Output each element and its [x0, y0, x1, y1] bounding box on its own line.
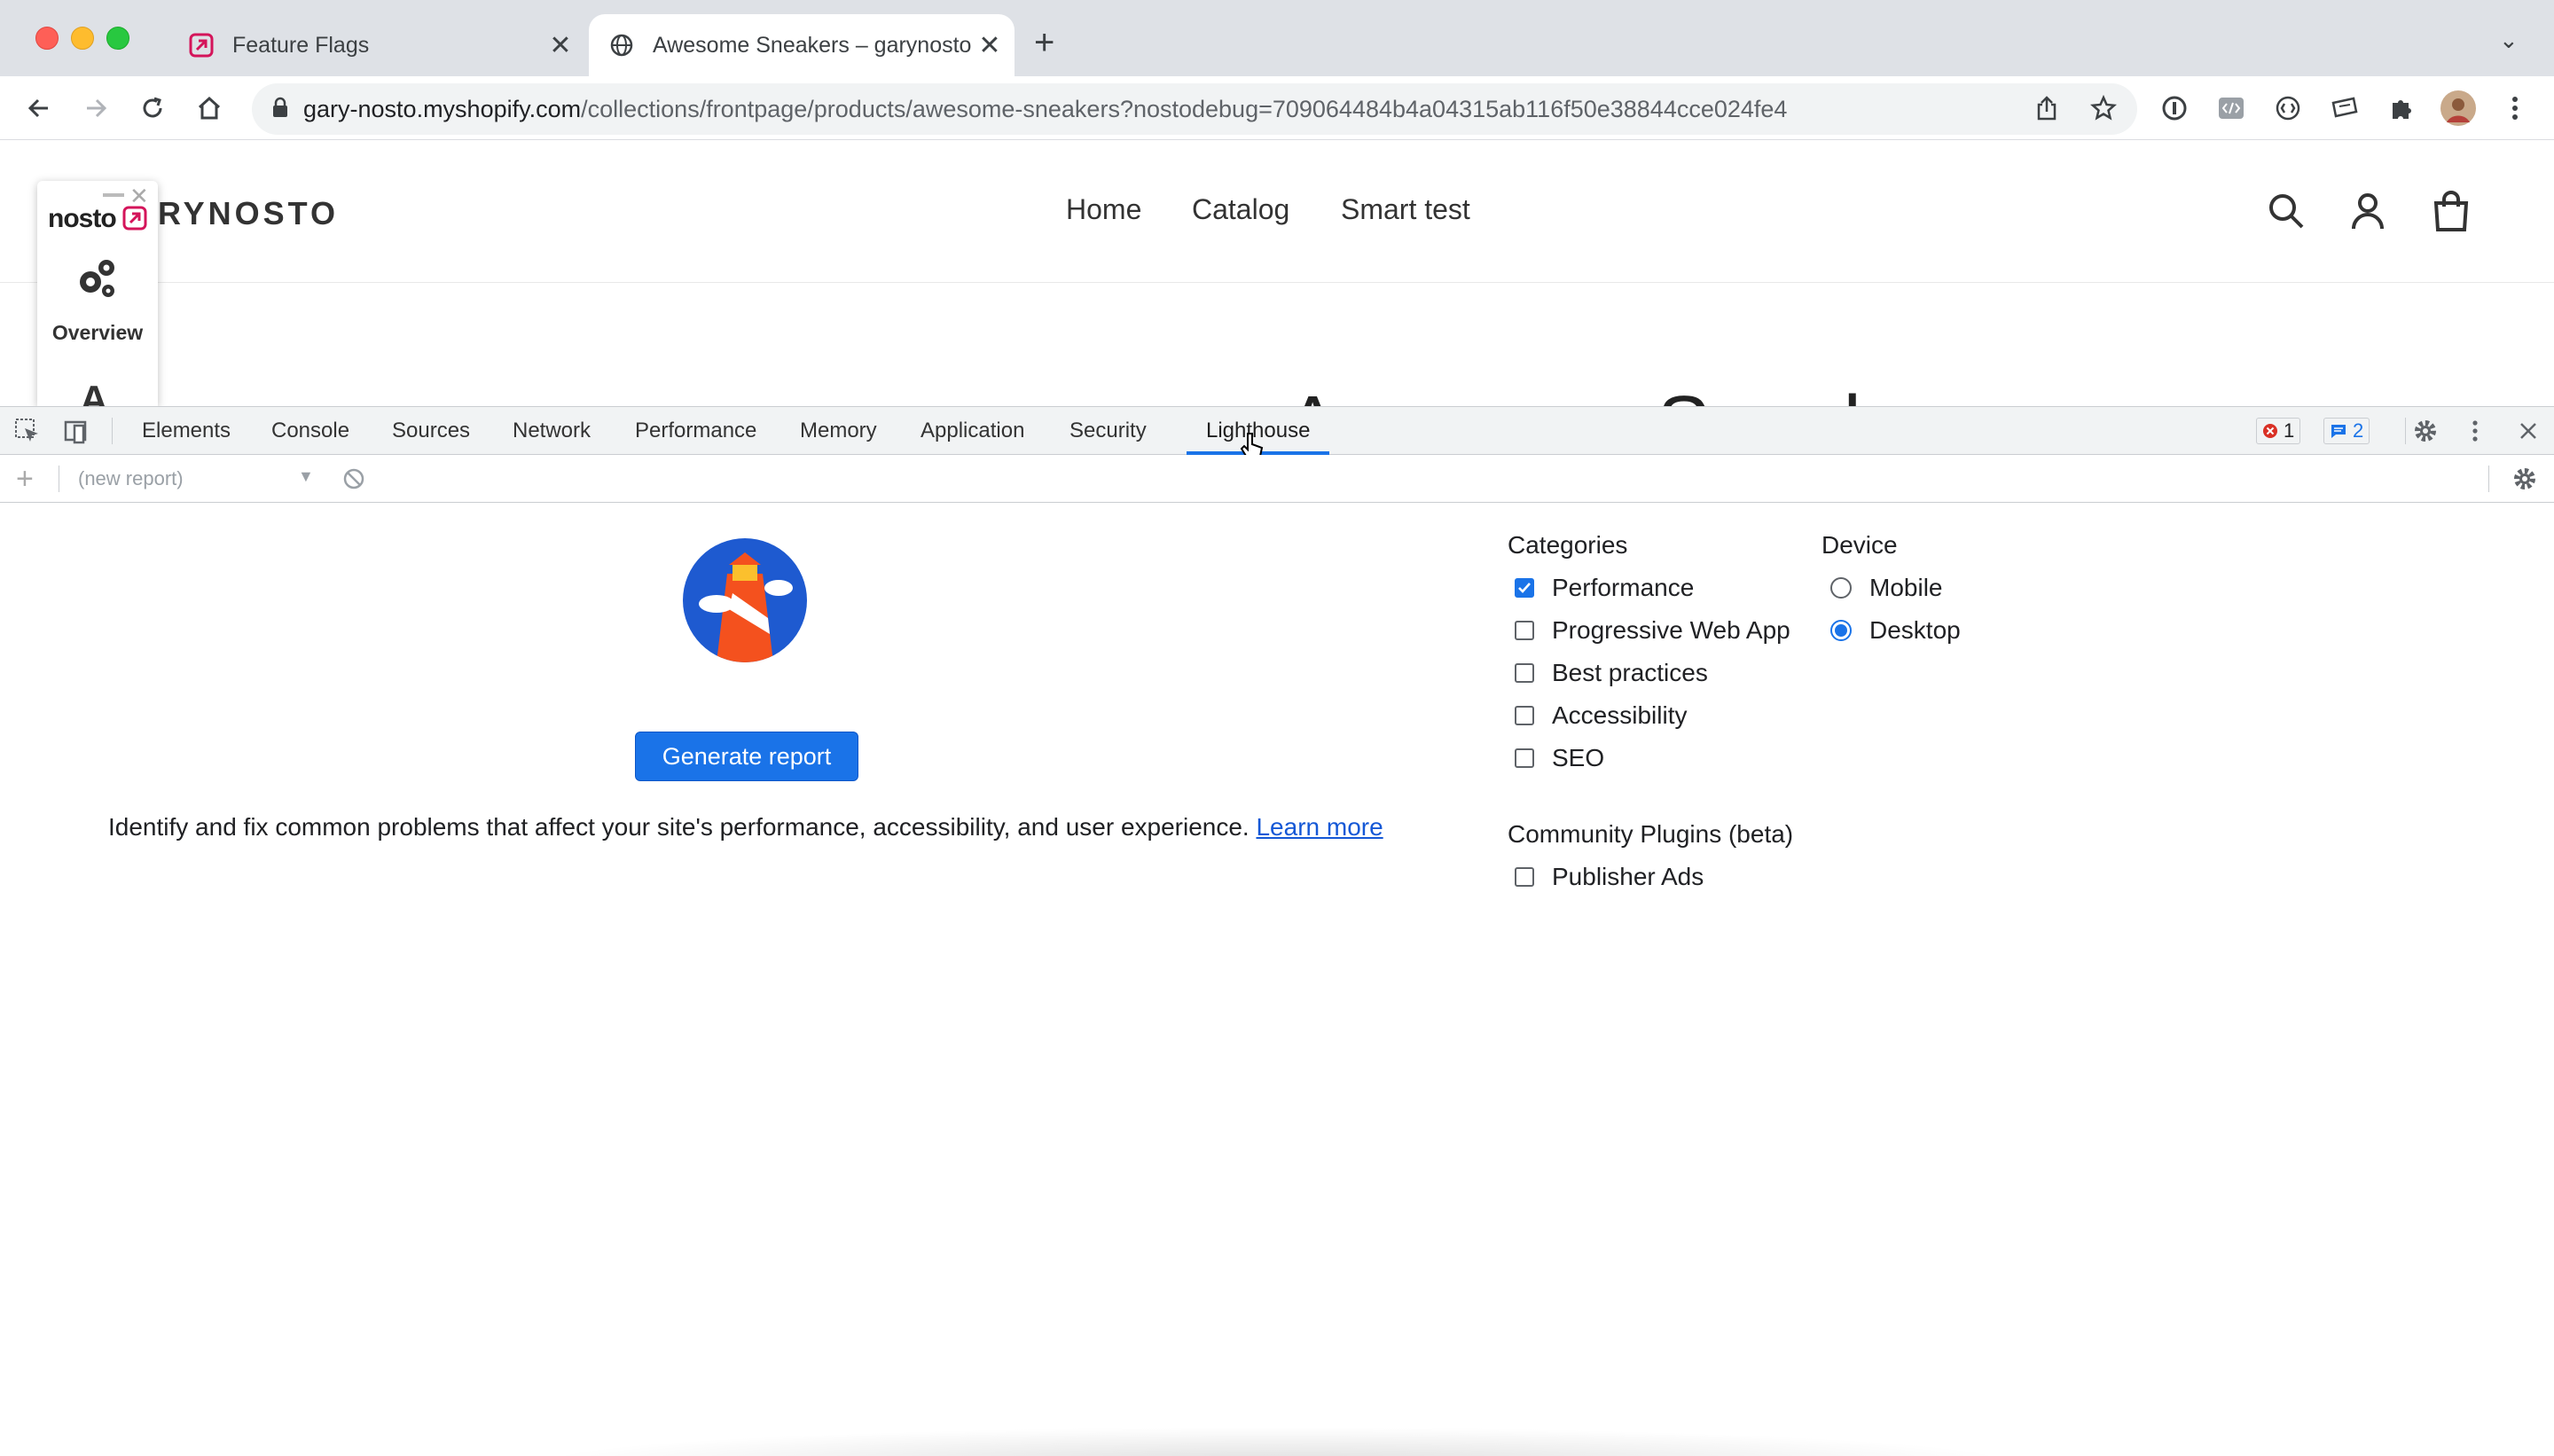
minimize-icon[interactable]: [103, 193, 124, 197]
ticket-extension-icon[interactable]: [2327, 90, 2362, 126]
browser-tab-awesome-sneakers[interactable]: Awesome Sneakers – garynosto ✕: [589, 14, 1015, 76]
tab-security[interactable]: Security: [1069, 407, 1147, 455]
extensions-puzzle-icon[interactable]: [2384, 90, 2419, 126]
clear-icon[interactable]: [342, 467, 365, 490]
checkbox-checked[interactable]: [1515, 578, 1534, 598]
error-count-badge[interactable]: 1: [2256, 418, 2301, 444]
shop-logo[interactable]: RYNOSTO: [158, 195, 339, 232]
address-bar[interactable]: gary-nosto.myshopify.com/collections/fro…: [252, 83, 2137, 135]
device-mobile[interactable]: Mobile: [1830, 574, 1942, 602]
browser-tab-bar: Feature Flags ✕ Awesome Sneakers – garyn…: [0, 0, 2554, 76]
checkbox[interactable]: [1515, 663, 1534, 683]
more-vert-icon[interactable]: [2497, 90, 2533, 126]
nav-home[interactable]: Home: [1066, 193, 1141, 226]
shop-page: RYNOSTO Home Catalog Smart test Awesome …: [0, 140, 2554, 406]
close-icon[interactable]: ✕: [972, 30, 1007, 61]
tab-sources[interactable]: Sources: [392, 407, 470, 455]
generate-report-button[interactable]: Generate report: [635, 732, 858, 781]
lock-icon[interactable]: [271, 97, 289, 122]
bottom-shadow: [532, 1427, 2022, 1456]
category-performance[interactable]: Performance: [1515, 574, 1694, 602]
inspect-element-icon[interactable]: [12, 416, 43, 446]
checkbox[interactable]: [1515, 706, 1534, 725]
nosto-debug-widget[interactable]: ✕ nosto Overview A: [37, 181, 158, 406]
devtools-panel: Elements Console Sources Network Perform…: [0, 406, 2554, 1456]
avatar[interactable]: [2440, 90, 2476, 126]
window-zoom-button[interactable]: [106, 27, 129, 50]
search-icon[interactable]: [2260, 184, 2313, 238]
tab-console[interactable]: Console: [271, 407, 349, 455]
message-icon: [2331, 425, 2346, 438]
nosto-logo: nosto: [48, 204, 147, 234]
browser-tab-feature-flags[interactable]: Feature Flags ✕: [168, 14, 585, 76]
checkbox[interactable]: [1515, 867, 1534, 887]
code-extension-icon[interactable]: [2213, 90, 2249, 126]
globe-icon: [607, 30, 637, 60]
nav-smart-test[interactable]: Smart test: [1341, 193, 1470, 226]
browser-toolbar: gary-nosto.myshopify.com/collections/fro…: [0, 76, 2554, 140]
device-desktop[interactable]: Desktop: [1830, 616, 1961, 645]
lighthouse-settings-icon[interactable]: [2510, 464, 2540, 494]
lighthouse-description: Identify and fix common problems that af…: [108, 813, 1383, 841]
back-icon[interactable]: [21, 90, 57, 126]
tab-network[interactable]: Network: [513, 407, 591, 455]
share-icon[interactable]: [2029, 90, 2064, 126]
settings-gear-icon[interactable]: [2410, 416, 2440, 446]
device-title: Device: [1821, 531, 1898, 559]
devtools-tab-bar: Elements Console Sources Network Perform…: [0, 407, 2554, 461]
message-count-badge[interactable]: 2: [2323, 418, 2370, 444]
close-devtools-icon[interactable]: [2513, 416, 2543, 446]
header-divider: [0, 282, 2554, 283]
home-icon[interactable]: [192, 90, 227, 126]
url-text: gary-nosto.myshopify.com/collections/fro…: [303, 95, 1788, 122]
checkbox[interactable]: [1515, 621, 1534, 640]
new-report-plus-icon[interactable]: +: [16, 462, 34, 497]
plugin-publisher-ads[interactable]: Publisher Ads: [1515, 863, 1704, 891]
learn-more-link[interactable]: Learn more: [1256, 813, 1383, 841]
overview-label[interactable]: Overview: [37, 321, 158, 345]
password-manager-icon[interactable]: [2157, 90, 2192, 126]
tab-title: Awesome Sneakers – garynosto: [653, 32, 972, 58]
window-close-button[interactable]: [35, 27, 59, 50]
caret-down-icon[interactable]: ▼: [298, 467, 314, 486]
tab-memory[interactable]: Memory: [800, 407, 877, 455]
checkbox[interactable]: [1515, 748, 1534, 768]
lighthouse-toolbar: + (new report) ▼: [0, 455, 2554, 503]
device-toolbar-icon[interactable]: [60, 416, 90, 446]
bookmark-star-icon[interactable]: [2086, 90, 2121, 126]
community-plugins-title: Community Plugins (beta): [1508, 820, 1794, 848]
nav-catalog[interactable]: Catalog: [1192, 193, 1289, 226]
nosto-icon: [186, 30, 216, 60]
tab-performance[interactable]: Performance: [635, 407, 756, 455]
error-icon: [2263, 424, 2277, 438]
tab-title: Feature Flags: [232, 32, 370, 58]
nosto-icon: [122, 206, 147, 231]
category-accessibility[interactable]: Accessibility: [1515, 701, 1687, 730]
category-seo[interactable]: SEO: [1515, 744, 1604, 772]
gears-icon: [73, 255, 121, 308]
categories-title: Categories: [1508, 531, 1628, 559]
brackets-extension-icon[interactable]: [2270, 90, 2306, 126]
tab-application[interactable]: Application: [921, 407, 1024, 455]
tab-elements[interactable]: Elements: [142, 407, 231, 455]
account-icon[interactable]: [2341, 184, 2394, 238]
report-select[interactable]: (new report): [78, 467, 184, 490]
new-tab-button[interactable]: +: [1034, 25, 1054, 60]
category-pwa[interactable]: Progressive Web App: [1515, 616, 1790, 645]
close-icon[interactable]: ✕: [543, 30, 578, 61]
radio-selected[interactable]: [1830, 620, 1852, 641]
forward-icon[interactable]: [78, 90, 114, 126]
radio[interactable]: [1830, 577, 1852, 599]
lighthouse-logo-icon: [683, 538, 807, 662]
category-best-practices[interactable]: Best practices: [1515, 659, 1708, 687]
reload-icon[interactable]: [135, 90, 170, 126]
window-minimize-button[interactable]: [71, 27, 94, 50]
next-section-letter: A: [80, 378, 108, 406]
chevron-down-icon[interactable]: ⌄: [2499, 27, 2519, 54]
more-vert-icon[interactable]: [2460, 416, 2490, 446]
cart-icon[interactable]: [2425, 184, 2478, 238]
product-title: Awesome Sneakers: [1286, 380, 1994, 406]
